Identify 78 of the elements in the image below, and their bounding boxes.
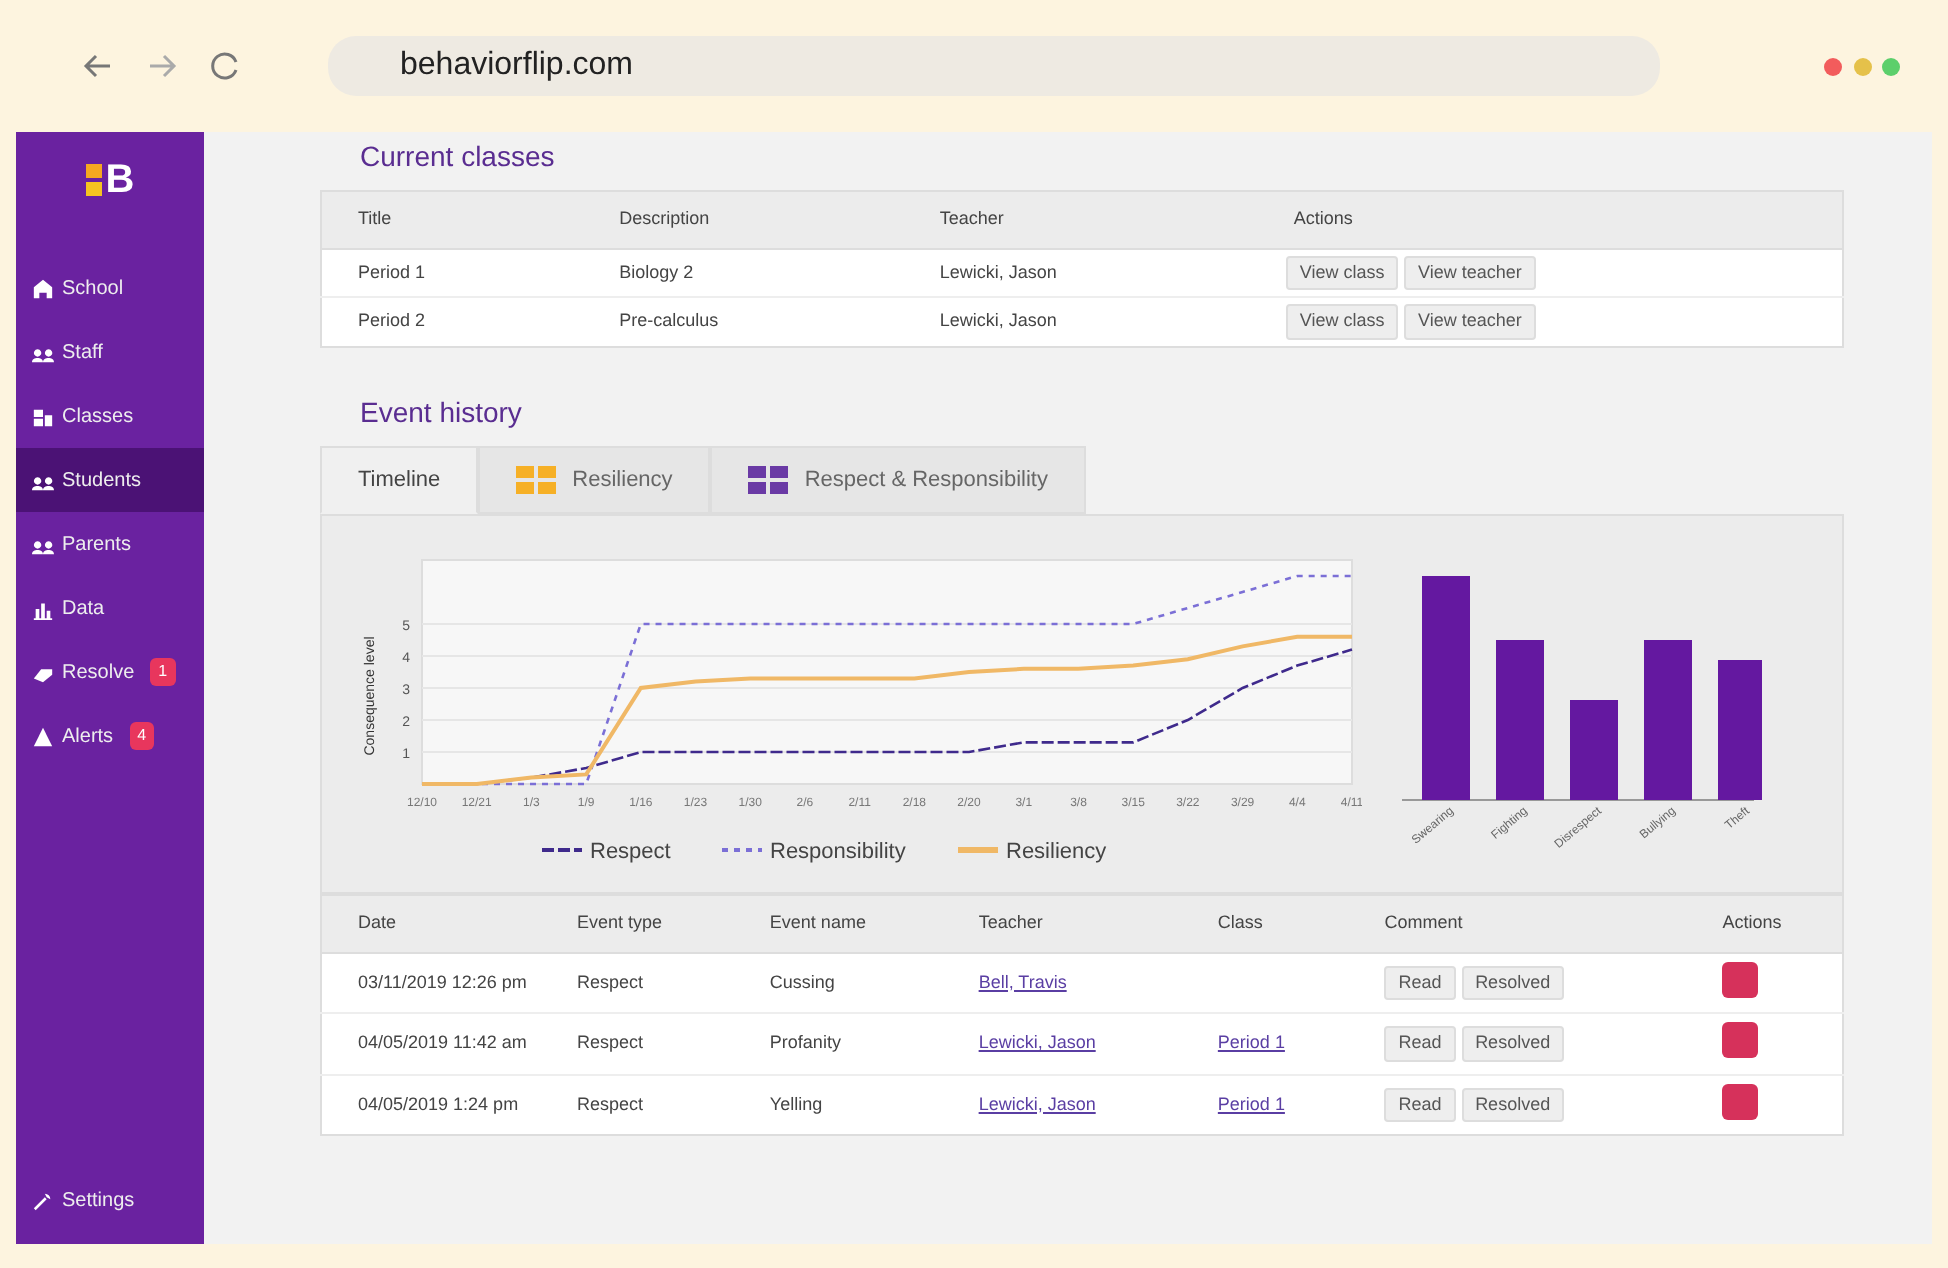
column-header: Comment	[1348, 895, 1687, 952]
grid-icon	[748, 465, 789, 494]
wrench-icon	[32, 1190, 54, 1212]
column-header: Teacher	[942, 895, 1182, 952]
window-dot[interactable]	[1824, 57, 1842, 75]
comment-button[interactable]: Read	[1384, 1026, 1456, 1061]
column-header: Actions	[1257, 191, 1843, 248]
address-bar[interactable]: behaviorflip.com	[328, 36, 1660, 96]
delete-button[interactable]	[1722, 1022, 1759, 1058]
column-header: Teacher	[903, 191, 1258, 248]
table-cell: Yelling	[733, 1074, 943, 1135]
tab[interactable]: Respect & Responsibility	[710, 445, 1086, 514]
legend-swatch	[958, 847, 998, 853]
column-header: Actions	[1686, 895, 1843, 952]
table-cell: Respect	[541, 952, 734, 1013]
sidebar-item[interactable]: Resolve 1	[16, 640, 204, 704]
logo-icon	[85, 164, 102, 196]
sidebar-item[interactable]: Staff	[16, 320, 204, 384]
table-cell: 04/05/2019 11:42 am	[321, 1013, 541, 1074]
comment-button[interactable]: Read	[1384, 965, 1456, 1000]
delete-button[interactable]	[1722, 961, 1759, 997]
tab[interactable]: Timeline	[320, 445, 479, 514]
warning-icon	[32, 725, 54, 747]
column-header: Event name	[733, 895, 943, 952]
sidebar-item[interactable]: Data	[16, 576, 204, 640]
column-header: Class	[1181, 895, 1349, 952]
sidebar-item[interactable]: Alerts 4	[16, 704, 204, 768]
table-cell: Pre-calculus	[583, 297, 904, 346]
sidebar-item[interactable]: School	[16, 256, 204, 320]
action-button[interactable]: View teacher	[1403, 304, 1536, 339]
class-link[interactable]: Period 1	[1217, 1032, 1285, 1052]
legend-label: Respect	[590, 840, 671, 864]
column-header: Title	[321, 191, 584, 248]
teacher-link[interactable]: Lewicki, Jason	[978, 1093, 1096, 1113]
bar	[1570, 700, 1618, 800]
column-header: Description	[583, 191, 904, 248]
teacher-link[interactable]: Lewicki, Jason	[978, 1032, 1096, 1052]
legend-label: Responsibility	[770, 840, 906, 864]
delete-button[interactable]	[1722, 1083, 1759, 1119]
class-link[interactable]: Period 1	[1217, 1093, 1285, 1113]
settings-link[interactable]: Settings	[16, 1169, 204, 1233]
table-cell: Period 2	[321, 297, 584, 346]
column-header: Date	[321, 895, 541, 952]
sidebar-item[interactable]: Classes	[16, 384, 204, 448]
action-button[interactable]: View class	[1285, 255, 1399, 290]
section-title: Event history	[360, 393, 524, 432]
bar	[1718, 660, 1762, 800]
column-header: Event type	[541, 895, 734, 952]
table-cell: Lewicki, Jason	[903, 248, 1258, 297]
action-button[interactable]: View teacher	[1403, 255, 1536, 290]
table-cell: 04/05/2019 1:24 pm	[321, 1074, 541, 1135]
tab[interactable]: Resiliency	[478, 445, 711, 514]
count-badge: 1	[150, 658, 176, 686]
window-dot[interactable]	[1882, 57, 1900, 75]
teacher-link[interactable]: Bell, Travis	[978, 971, 1067, 991]
table-cell: 03/11/2019 12:26 pm	[321, 952, 541, 1013]
table-cell: Profanity	[733, 1013, 943, 1074]
grid-icon	[516, 465, 557, 494]
table-cell: Period 1	[321, 248, 584, 297]
table-cell: Lewicki, Jason	[903, 297, 1258, 346]
comment-button[interactable]: Resolved	[1461, 1026, 1565, 1061]
table-cell: Respect	[541, 1074, 734, 1135]
legend-label: Resiliency	[1006, 840, 1107, 864]
table-cell: Respect	[541, 1013, 734, 1074]
comment-button[interactable]: Resolved	[1461, 1087, 1565, 1122]
house-icon	[32, 277, 54, 299]
sidebar-item[interactable]: Students	[16, 448, 204, 512]
table-cell: Biology 2	[583, 248, 904, 297]
comment-button[interactable]: Resolved	[1461, 965, 1565, 1000]
action-button[interactable]: View class	[1285, 304, 1399, 339]
comment-button[interactable]: Read	[1384, 1087, 1456, 1122]
sidebar-item[interactable]: Parents	[16, 512, 204, 576]
blocks-icon	[32, 405, 54, 427]
logo-text: B	[105, 156, 135, 206]
table-cell: Cussing	[733, 952, 943, 1013]
window-dot[interactable]	[1853, 57, 1871, 75]
section-title: Current classes	[360, 138, 557, 176]
count-badge: 4	[129, 722, 155, 750]
